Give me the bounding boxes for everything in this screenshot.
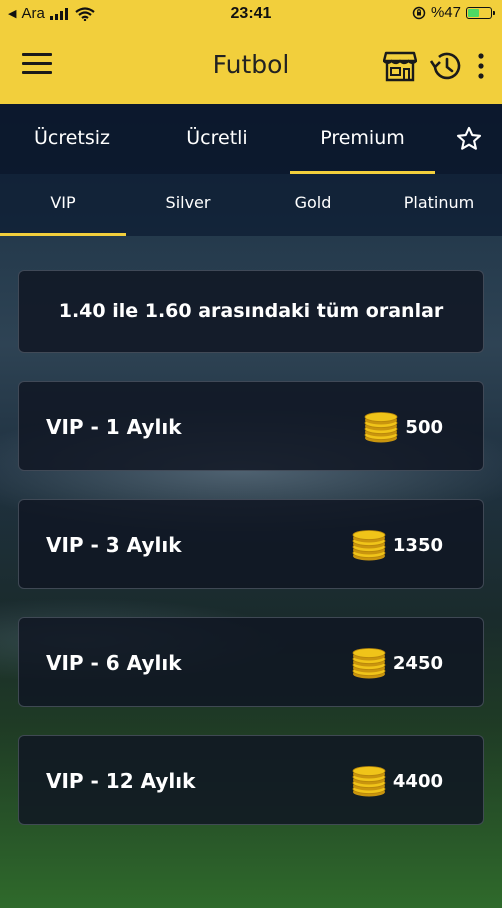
package-name: VIP - 12 Aylık	[46, 769, 196, 793]
package-price-value: 500	[405, 416, 443, 438]
tab-ucretli[interactable]: Ücretli	[144, 104, 290, 174]
package-card[interactable]: VIP - 12 Aylık 4400	[18, 735, 484, 825]
star-outline-icon[interactable]	[435, 104, 502, 174]
more-vert-icon[interactable]	[474, 48, 488, 84]
package-price-value: 1350	[392, 534, 443, 556]
tab-platinum[interactable]: Platinum	[376, 174, 502, 236]
history-icon[interactable]	[428, 48, 464, 84]
package-name: VIP - 1 Aylık	[46, 415, 182, 439]
odds-range-banner: 1.40 ile 1.60 arasındaki tüm oranlar	[18, 270, 484, 353]
package-name: VIP - 3 Aylık	[46, 533, 182, 557]
app-actions	[382, 48, 488, 84]
package-card[interactable]: VIP - 6 Aylık 2450	[18, 617, 484, 707]
package-name: VIP - 6 Aylık	[46, 651, 182, 675]
battery-percent: %47	[430, 4, 461, 21]
coin-stack-icon	[351, 525, 387, 565]
status-right: %47	[412, 4, 495, 21]
category-tabs: Ücretsiz Ücretli Premium	[0, 104, 502, 174]
status-bar: ◀ Ara 23:41 %47	[0, 0, 502, 28]
orientation-lock-icon	[412, 6, 426, 19]
package-card[interactable]: VIP - 1 Aylık 500	[18, 381, 484, 471]
package-card[interactable]: VIP - 3 Aylık 1350	[18, 499, 484, 589]
coin-stack-icon	[351, 643, 387, 683]
package-price-value: 4400	[392, 770, 443, 792]
tab-ucretsiz[interactable]: Ücretsiz	[0, 104, 144, 174]
coin-stack-icon	[351, 761, 387, 801]
store-icon[interactable]	[382, 48, 418, 84]
package-tabs: VIP Silver Gold Platinum	[0, 174, 502, 236]
tab-vip[interactable]: VIP	[0, 174, 126, 236]
package-price: 4400	[351, 736, 443, 826]
battery-fill	[468, 8, 480, 17]
tab-premium[interactable]: Premium	[290, 104, 435, 174]
package-price: 500	[363, 382, 443, 472]
tab-silver[interactable]: Silver	[126, 174, 250, 236]
package-price: 1350	[351, 500, 443, 590]
coin-stack-icon	[363, 407, 399, 447]
app-bar: Futbol	[0, 28, 502, 104]
tab-gold[interactable]: Gold	[250, 174, 376, 236]
package-price: 2450	[351, 618, 443, 708]
battery-icon	[466, 6, 495, 19]
package-price-value: 2450	[392, 652, 443, 674]
